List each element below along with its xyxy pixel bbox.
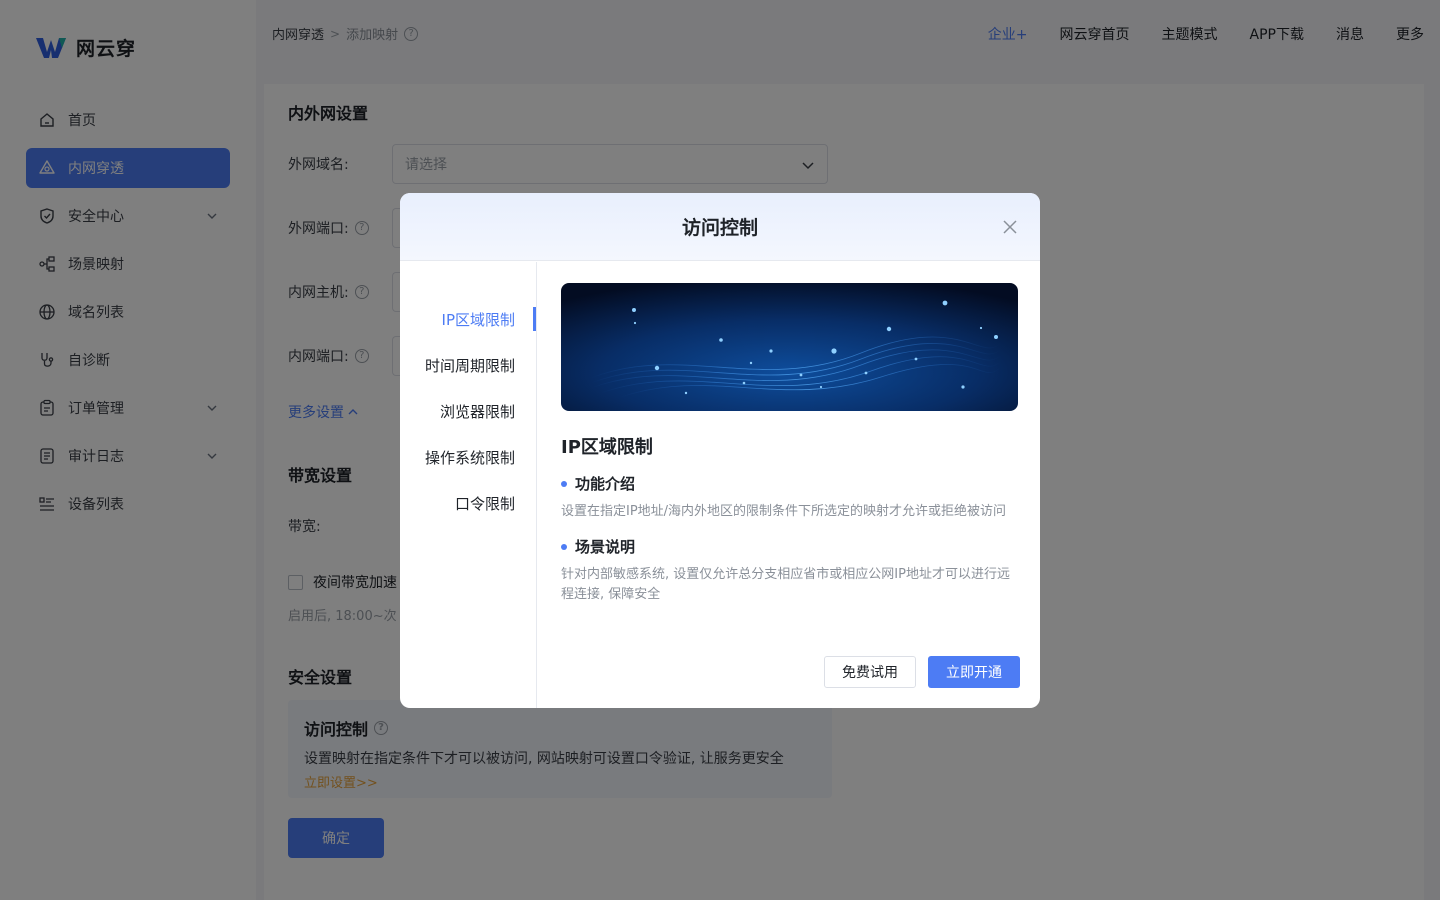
tab-time-period[interactable]: 时间周期限制 <box>400 342 536 388</box>
world-map-banner <box>561 283 1018 411</box>
feature-title: IP区域限制 <box>561 437 653 458</box>
modal-title: 访问控制 <box>681 217 758 239</box>
scene-heading-text: 场景说明 <box>575 538 636 556</box>
modal-main: IP区域限制 功能介绍 设置在指定IP地址/海内外地区的限制条件下所选定的映射才… <box>537 262 1040 708</box>
activate-button[interactable]: 立即开通 <box>928 656 1020 688</box>
free-trial-button[interactable]: 免费试用 <box>824 656 916 688</box>
scene-text: 针对内部敏感系统, 设置仅允许总分支相应省市或相应公网IP地址才可以进行远程连接… <box>561 567 1010 602</box>
modal-tabs: IP区域限制 时间周期限制 浏览器限制 操作系统限制 口令限制 <box>400 262 537 708</box>
tab-password[interactable]: 口令限制 <box>400 480 536 526</box>
intro-heading-text: 功能介绍 <box>575 475 636 493</box>
tab-os[interactable]: 操作系统限制 <box>400 434 536 480</box>
intro-heading: 功能介绍 <box>561 473 1019 494</box>
intro-text: 设置在指定IP地址/海内外地区的限制条件下所选定的映射才允许或拒绝被访问 <box>561 504 1007 519</box>
bullet-icon <box>561 480 567 487</box>
bullet-icon <box>561 543 567 550</box>
tab-ip-region[interactable]: IP区域限制 <box>400 296 536 342</box>
scene-heading: 场景说明 <box>561 536 1019 557</box>
modal-header: 访问控制 <box>400 193 1040 261</box>
close-icon[interactable] <box>1002 219 1018 235</box>
tab-browser[interactable]: 浏览器限制 <box>400 388 536 434</box>
access-control-modal: 访问控制 IP区域限制 时间周期限制 浏览器限制 操作系统限制 口令限制 IP区… <box>400 193 1040 708</box>
modal-body: IP区域限制 时间周期限制 浏览器限制 操作系统限制 口令限制 IP区域限制 功… <box>400 262 1040 708</box>
modal-actions: 免费试用 立即开通 <box>824 656 1020 688</box>
